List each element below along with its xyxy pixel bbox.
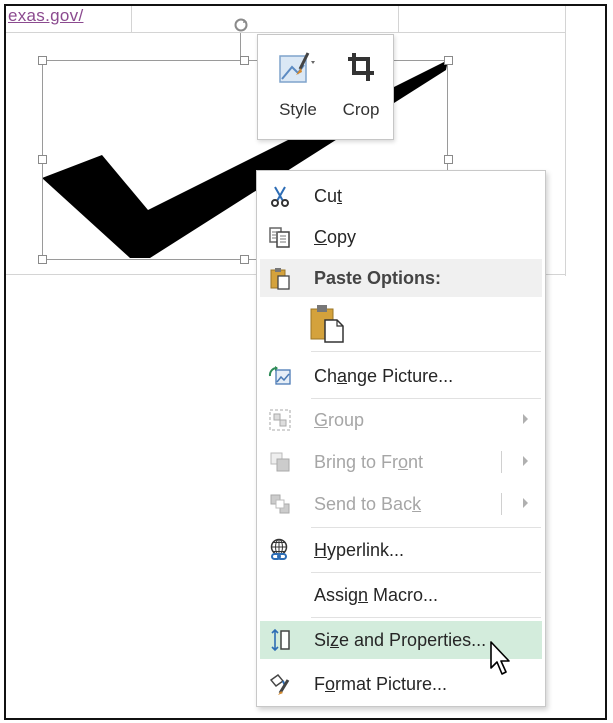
rotate-handle-icon[interactable]: [233, 17, 249, 33]
crop-button[interactable]: Crop: [332, 35, 390, 139]
menu-separator: [311, 572, 541, 573]
resize-handle-top-right[interactable]: [444, 56, 453, 65]
menu-item-cut-label: Cut: [314, 186, 343, 206]
group-icon: [269, 409, 291, 431]
menu-item-send-to-back-label: Send to Back: [314, 494, 422, 514]
size-and-properties-icon: [271, 628, 290, 652]
bring-to-front-icon: [270, 452, 290, 472]
resize-handle-top-left[interactable]: [38, 56, 47, 65]
style-button-label: Style: [279, 100, 317, 119]
menu-item-group[interactable]: Group: [260, 401, 542, 439]
menu-item-format-picture-label: Format Picture...: [314, 674, 448, 694]
submenu-arrow-icon: [523, 414, 528, 424]
menu-item-bring-to-front-label: Bring to Front: [314, 452, 424, 472]
resize-handle-top[interactable]: [240, 56, 249, 65]
resize-handle-right[interactable]: [444, 155, 453, 164]
menu-separator: [311, 398, 541, 399]
hyperlink-globe-icon: [270, 538, 288, 560]
format-picture-icon: [269, 674, 290, 695]
change-picture-icon: [268, 366, 291, 385]
menu-item-assign-macro[interactable]: Assign Macro...: [260, 576, 542, 614]
menu-item-send-to-back[interactable]: Send to Back: [260, 485, 542, 523]
resize-handle-bottom-left[interactable]: [38, 255, 47, 264]
resize-handle-left[interactable]: [38, 155, 47, 164]
style-button[interactable]: Style: [268, 35, 328, 139]
submenu-arrow-icon[interactable]: [523, 456, 528, 466]
menu-item-bring-to-front[interactable]: Bring to Front: [260, 443, 542, 481]
menu-item-change-picture-label: Change Picture...: [314, 366, 454, 386]
crop-button-label: Crop: [342, 100, 380, 119]
menu-separator: [311, 351, 541, 352]
paste-options-header: Paste Options:: [260, 259, 542, 297]
menu-item-group-label: Group: [314, 410, 365, 430]
crop-icon: [348, 53, 374, 81]
submenu-arrow-icon[interactable]: [523, 498, 528, 508]
menu-item-hyperlink-label: Hyperlink...: [314, 540, 405, 560]
style-brush-icon: [279, 52, 315, 83]
mouse-cursor-icon: [490, 641, 510, 675]
paste-clipboard-icon: [310, 305, 344, 343]
menu-item-change-picture[interactable]: Change Picture...: [260, 357, 542, 395]
menu-item-size-and-properties-label: Size and Properties...: [314, 630, 487, 650]
rotate-handle-stem: [240, 33, 241, 56]
copy-icon: [269, 227, 290, 248]
split-divider: [501, 493, 502, 515]
context-menu: Cut Copy Paste Options: Change Picture..…: [256, 170, 546, 707]
send-to-back-icon: [270, 494, 290, 514]
menu-item-copy[interactable]: Copy: [260, 218, 542, 256]
mini-toolbar: Style Crop: [257, 34, 394, 140]
resize-handle-bottom[interactable]: [240, 255, 249, 264]
menu-separator: [311, 527, 541, 528]
menu-item-hyperlink[interactable]: Hyperlink...: [260, 531, 542, 569]
scissors-icon: [271, 186, 289, 207]
menu-item-assign-macro-label: Assign Macro...: [314, 585, 439, 605]
menu-separator: [311, 617, 541, 618]
paste-option-keep-formatting[interactable]: [305, 301, 347, 343]
split-divider: [501, 451, 502, 473]
menu-item-cut[interactable]: Cut: [260, 177, 542, 215]
menu-item-copy-label: Copy: [314, 227, 357, 247]
paste-options-label: Paste Options:: [314, 268, 442, 288]
clipboard-icon: [270, 268, 290, 290]
